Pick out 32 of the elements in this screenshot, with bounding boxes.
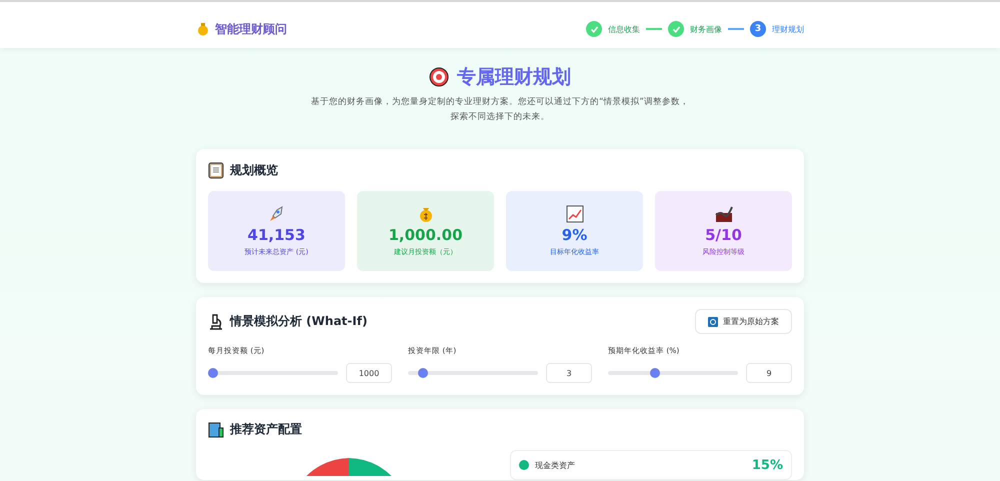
metric-value: 5/10 bbox=[705, 226, 742, 244]
refresh-icon bbox=[708, 316, 718, 326]
building-icon bbox=[208, 422, 224, 438]
step-label: 财务画像 bbox=[690, 24, 722, 34]
slider-thumb[interactable] bbox=[418, 368, 428, 378]
page-title: 专属理财规划 bbox=[457, 65, 571, 90]
metric-value: 9% bbox=[562, 226, 588, 244]
section-title: 推荐资产配置 bbox=[230, 421, 302, 438]
money-bag-icon bbox=[196, 22, 210, 36]
microscope-icon bbox=[208, 312, 224, 330]
legend-name: 现金类资产 bbox=[535, 460, 576, 470]
legend-percent: 15% bbox=[752, 458, 783, 472]
section-title: 规划概览 bbox=[230, 162, 278, 178]
step-label: 信息收集 bbox=[608, 24, 640, 34]
page-subtitle: 基于您的财务画像，为您量身定制的专业理财方案。您还可以通过下方的“情景模拟”调整参数，探索不同选择下的未来。 bbox=[310, 96, 690, 124]
target-icon bbox=[429, 67, 449, 87]
slider-thumb[interactable] bbox=[650, 368, 660, 378]
step-number: 3 bbox=[750, 21, 766, 37]
section-title: 情景模拟分析 (What-If) bbox=[230, 313, 368, 330]
slider-thumb[interactable] bbox=[208, 368, 218, 378]
number-field[interactable]: 1000 bbox=[346, 363, 392, 383]
clipboard-icon bbox=[208, 161, 224, 179]
number-field[interactable]: 3 bbox=[546, 363, 592, 383]
roller-coaster-icon bbox=[714, 205, 732, 223]
metric-value: 41,153 bbox=[248, 226, 306, 244]
line-chart-icon bbox=[566, 205, 584, 223]
metric-value: 1,000.00 bbox=[388, 226, 463, 244]
number-field[interactable]: 9 bbox=[746, 363, 792, 383]
rocket-icon bbox=[268, 205, 286, 223]
reset-button[interactable]: 重置为原始方案 bbox=[695, 309, 792, 334]
step-label: 理财规划 bbox=[772, 24, 804, 34]
brand-name: 智能理财顾问 bbox=[215, 20, 287, 38]
